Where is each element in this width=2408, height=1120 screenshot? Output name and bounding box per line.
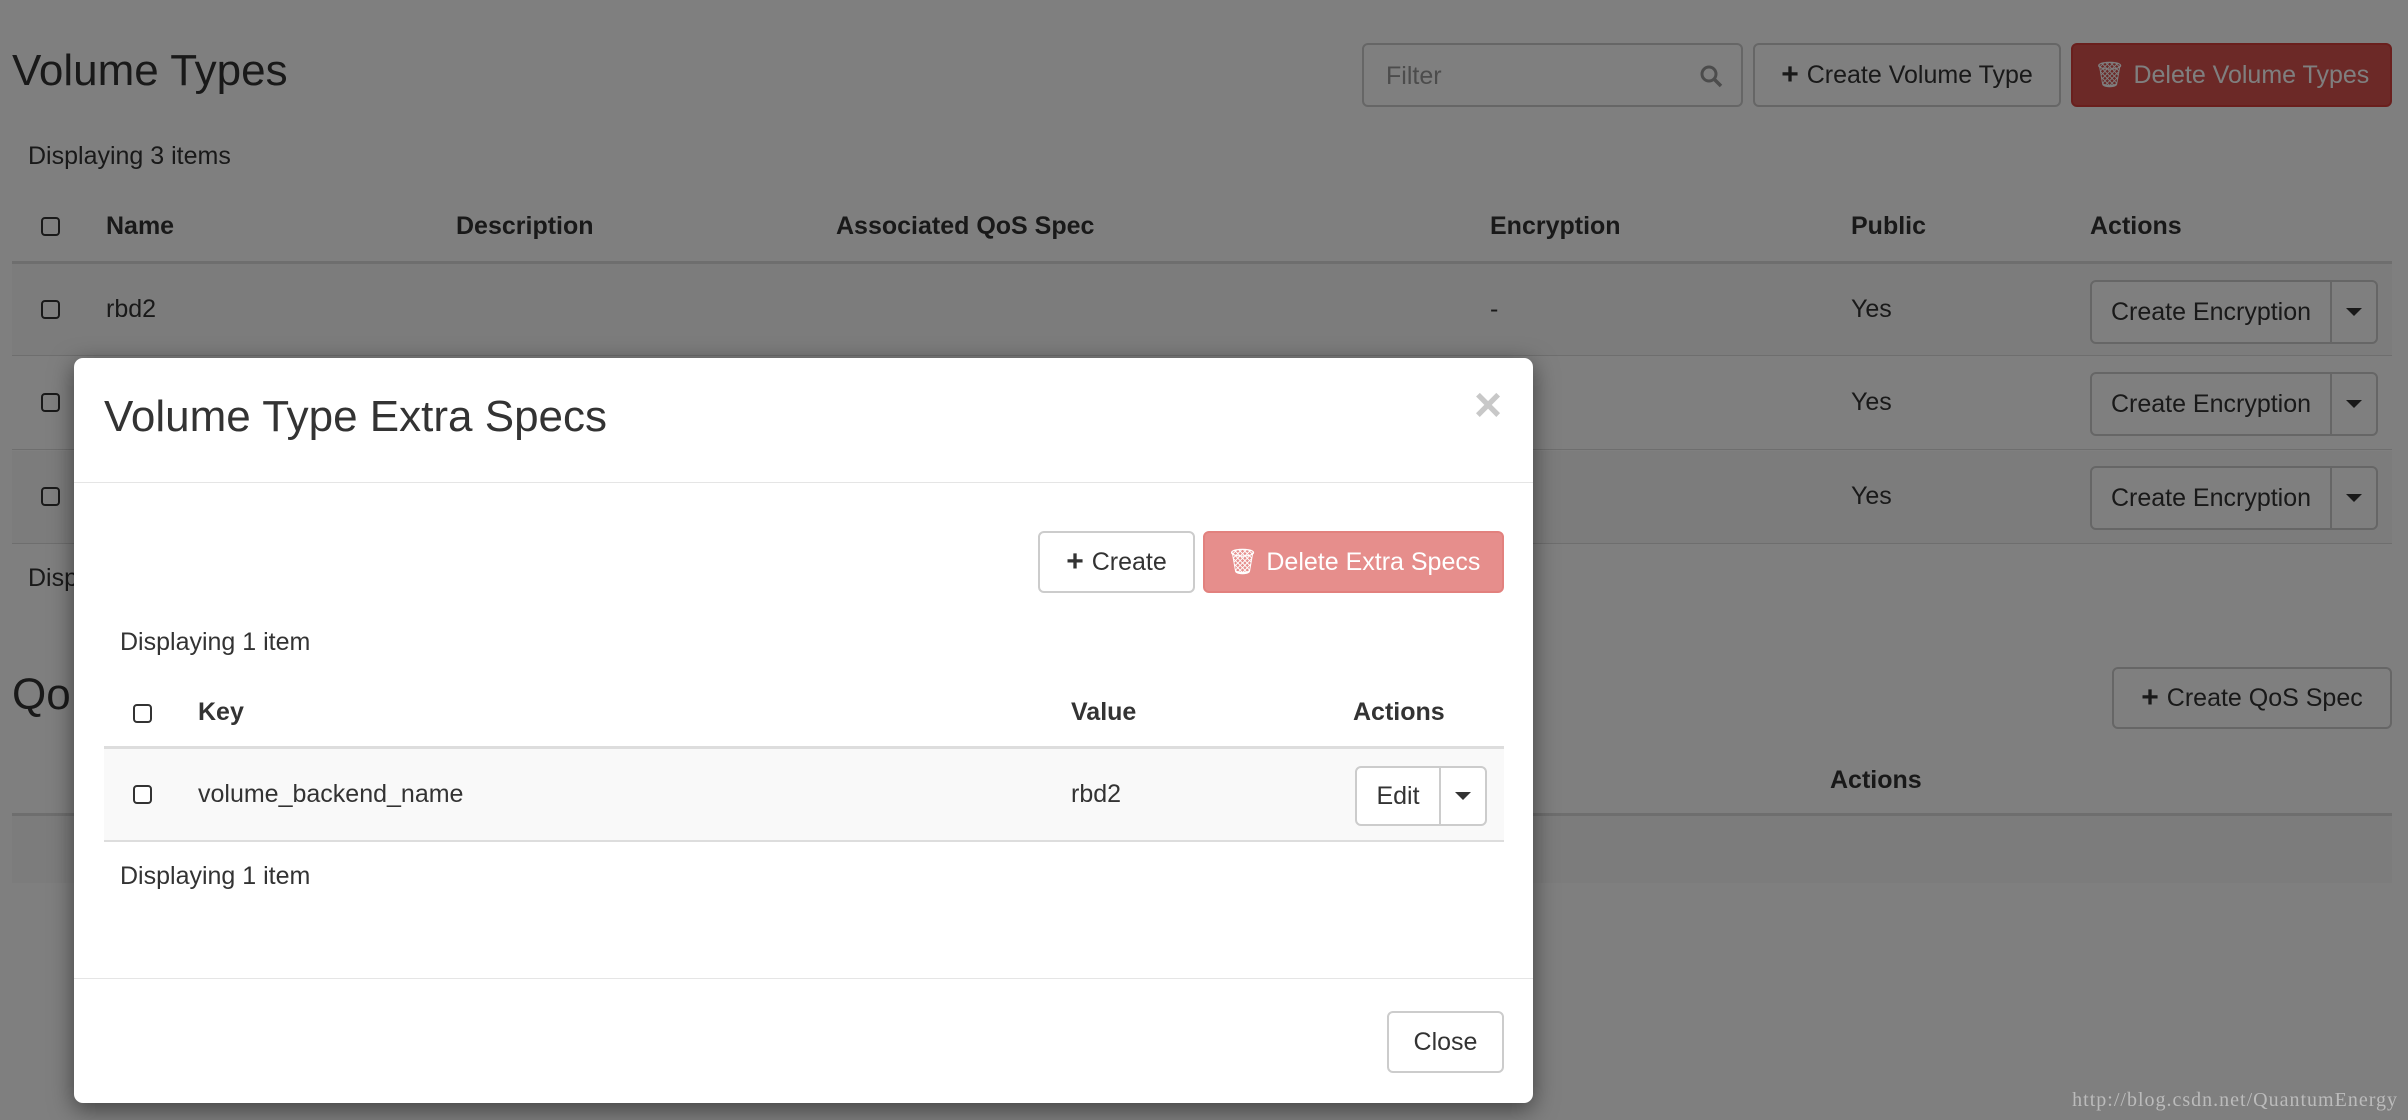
- extra-specs-modal: Volume Type Extra Specs × + Create 🗑 Delet…: [74, 358, 1533, 1103]
- select-all-checkbox[interactable]: [133, 704, 152, 723]
- create-extra-spec-button[interactable]: + Create: [1038, 531, 1195, 593]
- row-key: volume_backend_name: [198, 780, 464, 808]
- close-icon[interactable]: ×: [1474, 378, 1502, 433]
- create-extra-spec-label: Create: [1091, 547, 1167, 576]
- row-value: rbd2: [1071, 780, 1122, 808]
- modal-item-count: Displaying 1 item: [120, 628, 311, 656]
- row-checkbox[interactable]: [133, 785, 152, 804]
- chevron-down-icon[interactable]: [1441, 768, 1485, 824]
- modal-title: Volume Type Extra Specs: [104, 392, 608, 441]
- col-actions: Actions: [1353, 698, 1445, 726]
- modal-footer-divider: [74, 978, 1533, 979]
- modal-header-divider: [74, 482, 1533, 483]
- edit-button-group[interactable]: Edit: [1355, 766, 1487, 826]
- watermark: http://blog.csdn.net/QuantumEnergy: [2072, 1089, 2398, 1111]
- delete-extra-specs-button[interactable]: 🗑 Delete Extra Specs: [1203, 531, 1504, 593]
- plus-icon: +: [1066, 545, 1084, 578]
- delete-extra-specs-label: Delete Extra Specs: [1266, 547, 1481, 576]
- col-value: Value: [1071, 698, 1137, 726]
- close-button[interactable]: Close: [1387, 1011, 1504, 1073]
- modal-item-count-bottom: Displaying 1 item: [120, 862, 311, 890]
- trash-icon: 🗑: [1226, 547, 1259, 576]
- col-key: Key: [198, 698, 244, 726]
- table-row: volume_backend_name rbd2 Edit: [104, 749, 1504, 842]
- edit-button[interactable]: Edit: [1357, 768, 1441, 824]
